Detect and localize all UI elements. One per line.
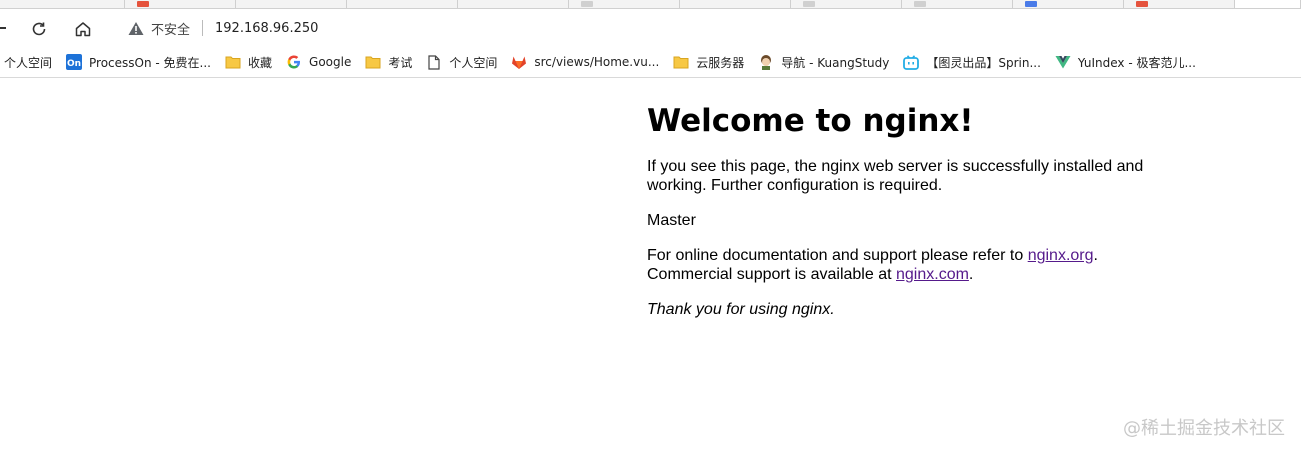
punctuation: . xyxy=(1093,247,1098,264)
address-bar[interactable]: 不安全 192.168.96.250 xyxy=(112,12,1301,44)
bookmark-label: 个人空间 xyxy=(449,55,498,70)
bookmark-item[interactable]: 个人空间 xyxy=(4,54,52,71)
punctuation: . xyxy=(968,266,974,283)
bookmark-label: 考试 xyxy=(388,55,413,70)
url-text[interactable]: 192.168.96.250 xyxy=(215,21,318,36)
bookmark-item[interactable]: 考试 xyxy=(365,54,412,71)
bookmark-item[interactable]: 收藏 xyxy=(225,54,272,71)
bookmark-item[interactable]: 导航 - KuangStudy xyxy=(758,54,889,71)
bookmark-item[interactable]: YuIndex - 极客范儿... xyxy=(1055,54,1196,71)
bookmark-item[interactable]: 云服务器 xyxy=(673,54,744,71)
folder-icon xyxy=(225,54,241,70)
warning-icon[interactable] xyxy=(128,21,144,36)
tab-strip xyxy=(0,0,1301,9)
folder-icon xyxy=(673,54,689,70)
bookmark-label: 导航 - KuangStudy xyxy=(781,55,890,70)
vue-icon xyxy=(1055,54,1071,70)
tab-active[interactable] xyxy=(1235,0,1301,8)
browser-toolbar: 不安全 192.168.96.250 xyxy=(0,9,1301,47)
home-icon xyxy=(75,22,91,37)
folder-icon xyxy=(365,54,381,70)
bookmark-item[interactable]: 个人空间 xyxy=(426,54,497,71)
tab[interactable] xyxy=(569,0,680,8)
tab[interactable] xyxy=(1124,0,1235,8)
bookmark-item[interactable]: src/views/Home.vu... xyxy=(511,54,659,70)
bookmarks-bar: 个人空间 On ProcessOn - 免费在... 收藏 Google 考试 xyxy=(0,47,1301,78)
google-icon xyxy=(286,54,302,70)
back-arrow-icon[interactable] xyxy=(0,27,6,29)
home-button[interactable] xyxy=(68,14,98,44)
tab[interactable] xyxy=(1013,0,1124,8)
server-name-text: Master xyxy=(647,212,696,229)
support-paragraph: For online documentation and support ple… xyxy=(647,246,1167,284)
commercial-text: Commercial support is available at xyxy=(647,266,896,283)
nginx-org-link[interactable]: nginx.org xyxy=(1028,247,1094,264)
tab[interactable] xyxy=(791,0,902,8)
bilibili-icon xyxy=(903,54,920,70)
bookmark-item[interactable]: On ProcessOn - 免费在... xyxy=(66,54,211,71)
tab[interactable] xyxy=(125,0,236,8)
watermark: @稀土掘金技术社区 xyxy=(1123,418,1285,439)
bookmark-label: 【图灵出品】Sprin... xyxy=(926,55,1041,70)
page-title: Welcome to nginx! xyxy=(647,103,974,139)
tab[interactable] xyxy=(680,0,791,8)
tab[interactable] xyxy=(902,0,1013,8)
bookmark-item[interactable]: Google xyxy=(286,54,351,70)
avatar-icon xyxy=(758,54,774,70)
nginx-com-link[interactable]: nginx.com xyxy=(896,266,969,283)
tab[interactable] xyxy=(347,0,458,8)
bookmark-label: 收藏 xyxy=(248,55,273,70)
processon-icon: On xyxy=(66,54,83,70)
bookmark-label: 个人空间 xyxy=(4,55,53,70)
bookmark-label: Google xyxy=(309,55,352,69)
intro-paragraph: If you see this page, the nginx web serv… xyxy=(647,158,1144,194)
gitlab-icon xyxy=(511,54,527,70)
security-label[interactable]: 不安全 xyxy=(151,19,190,38)
bookmark-label: 云服务器 xyxy=(696,55,745,70)
reload-button[interactable] xyxy=(24,14,54,44)
support-text: For online documentation and support ple… xyxy=(647,247,1028,264)
bookmark-label: ProcessOn - 免费在... xyxy=(89,55,211,70)
page-icon xyxy=(426,54,442,70)
thanks-text: Thank you for using nginx. xyxy=(647,301,835,318)
bookmark-item[interactable]: 【图灵出品】Sprin... xyxy=(903,54,1041,71)
page-content: Welcome to nginx! If you see this page, … xyxy=(647,96,1167,335)
bookmark-label: YuIndex - 极客范儿... xyxy=(1077,55,1196,70)
svg-text:On: On xyxy=(67,59,81,69)
bookmark-label: src/views/Home.vu... xyxy=(534,55,660,69)
tab[interactable] xyxy=(236,0,347,8)
tab[interactable] xyxy=(0,0,125,8)
tab[interactable] xyxy=(458,0,569,8)
reload-icon xyxy=(32,22,46,36)
thanks-paragraph: Thank you for using nginx. xyxy=(647,300,1167,319)
divider xyxy=(202,20,204,36)
